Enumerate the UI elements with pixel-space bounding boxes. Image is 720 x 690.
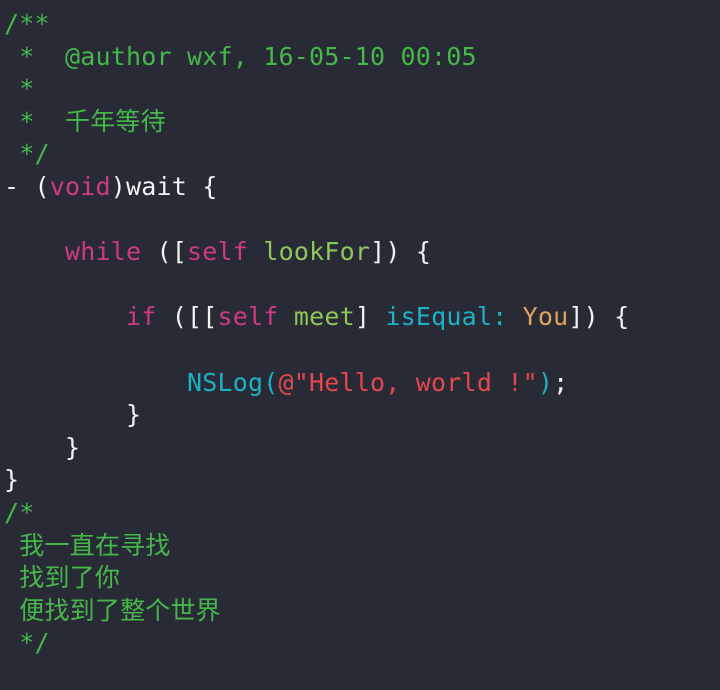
code-token-comment: * — [4, 74, 35, 104]
code-token-comment — [4, 563, 19, 592]
code-token-comment: 千年等待 — [65, 106, 166, 136]
code-line: */ — [0, 138, 720, 171]
code-editor[interactable]: /** * @author wxf, 16-05-10 00:05 * * 千年… — [0, 0, 720, 690]
code-token-keyword: while — [65, 237, 142, 267]
code-token-keyword: if — [126, 302, 157, 332]
code-line: /** — [0, 8, 720, 41]
code-token-plain: ; — [553, 367, 569, 397]
code-line: * — [0, 73, 720, 106]
code-line-list: /** * @author wxf, 16-05-10 00:05 * * 千年… — [0, 8, 720, 660]
code-line: NSLog(@"Hello, world !"); — [0, 367, 720, 400]
code-line: */ — [0, 627, 720, 660]
code-line: /* — [0, 497, 720, 530]
code-token-plain: - ( — [4, 171, 50, 201]
code-line: * 千年等待 — [0, 106, 720, 139]
code-token-plain: ([ — [141, 237, 188, 267]
code-token-plain: } — [4, 432, 81, 462]
code-token-comment: 我一直在寻找 — [19, 530, 171, 560]
code-token-comment — [4, 596, 19, 625]
code-token-plain: ]) { — [568, 302, 630, 332]
code-token-comment: 找到了你 — [19, 563, 121, 593]
code-token-plain: ([[ — [156, 302, 218, 332]
code-token-comment: /** — [4, 9, 50, 38]
code-token-comment: */ — [4, 139, 50, 169]
code-line: while ([self lookFor]) { — [0, 236, 720, 269]
code-line: } — [0, 432, 720, 465]
code-token-plain: ] — [354, 302, 386, 332]
code-token-keyword: self — [187, 237, 249, 267]
code-token-plain: ]) { — [370, 237, 432, 267]
code-token-comment: */ — [4, 628, 50, 658]
code-line: * @author wxf, 16-05-10 00:05 — [0, 41, 720, 74]
code-token-string: @"Hello, world !" — [278, 367, 538, 397]
code-line: 我一直在寻找 — [0, 530, 720, 563]
code-token-plain: } — [4, 400, 142, 430]
code-token-comment: 便找到了整个世界 — [19, 595, 221, 625]
code-line: 找到了你 — [0, 562, 720, 595]
code-token-comment: * @author wxf, 16-05-10 00:05 — [4, 41, 477, 71]
code-line: } — [0, 399, 720, 432]
code-token-class: You — [522, 302, 569, 332]
code-token-plain: } — [4, 465, 20, 495]
code-token-method: meet — [293, 302, 355, 332]
code-line: if ([[self meet] isEqual: You]) { — [0, 301, 720, 334]
code-token-plain: )wait { — [110, 171, 218, 201]
code-token-function: NSLog — [187, 367, 264, 397]
code-token-function: ) — [537, 367, 554, 397]
code-line: 便找到了整个世界 — [0, 595, 720, 628]
code-token-comment: * — [4, 106, 66, 136]
code-token-comment — [4, 531, 19, 560]
code-line: - (void)wait { — [0, 171, 720, 204]
code-line: } — [0, 464, 720, 497]
code-token-comment: /* — [4, 497, 35, 527]
code-token-method: lookFor — [263, 237, 371, 267]
code-token-function: ( — [263, 367, 279, 397]
code-token-keyword: void — [49, 171, 111, 201]
code-token-keyword: self — [217, 302, 279, 332]
code-token-selector: isEqual: — [385, 302, 508, 332]
